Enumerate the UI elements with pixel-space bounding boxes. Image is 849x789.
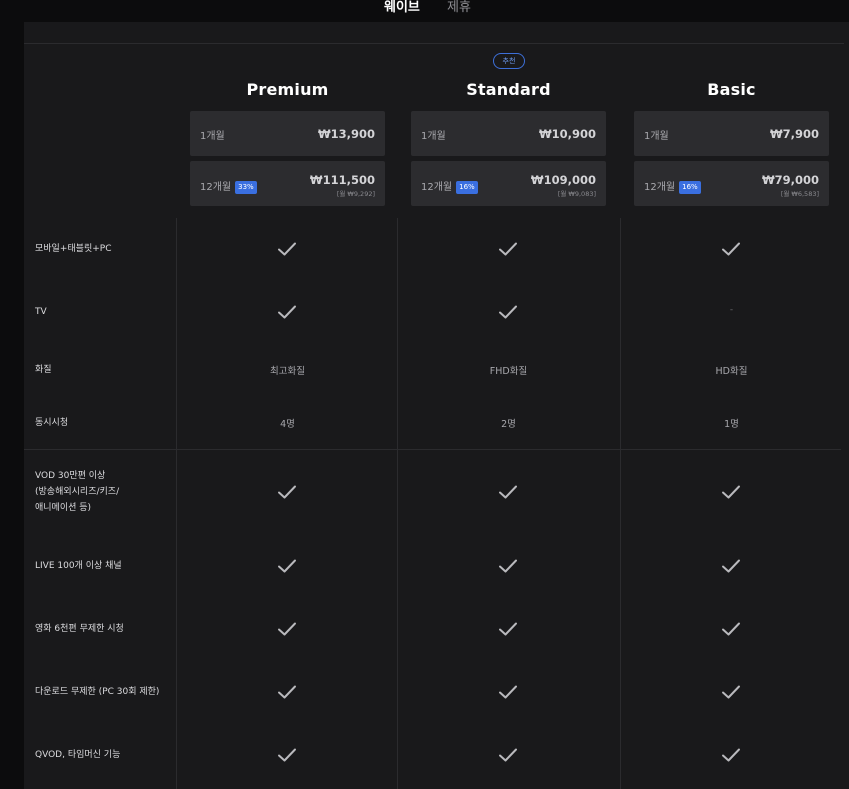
check-icon: [498, 484, 518, 500]
price-period: 1개월: [421, 131, 446, 142]
price-amount: ₩7,900: [769, 127, 819, 141]
per-month-price: [월 ₩9,292]: [336, 190, 375, 198]
check-icon: [277, 558, 297, 574]
check-icon: [498, 684, 518, 700]
section-divider: [24, 449, 841, 450]
price-option-standard-yearly[interactable]: 12개월 16% ₩109,000 [월 ₩9,083]: [411, 161, 606, 206]
feature-value: 2명: [501, 419, 516, 430]
feature-value: 최고화질: [270, 366, 305, 377]
price-amount: ₩111,500: [309, 173, 375, 187]
check-icon: [277, 684, 297, 700]
check-icon: [721, 558, 741, 574]
feature-label-devices: 모바일+태블릿+PC: [35, 244, 112, 254]
tab-partnership[interactable]: 제휴: [447, 0, 471, 16]
check-icon: [277, 747, 297, 763]
feature-label-movies: 영화 6천편 무제한 시청: [35, 624, 124, 634]
feature-label-vod: VOD 30만편 이상 (방송해외시리즈/키즈/ 애니메이션 등): [35, 471, 120, 513]
feature-value: 1명: [724, 419, 739, 430]
header-divider: [24, 43, 844, 44]
price-amount: ₩13,900: [317, 127, 375, 141]
price-option-basic-yearly[interactable]: 12개월 16% ₩79,000 [월 ₩6,583]: [634, 161, 829, 206]
price-period: 12개월 33%: [200, 178, 257, 194]
check-icon: [721, 747, 741, 763]
feature-label-quality: 화질: [35, 365, 52, 375]
price-amount: ₩109,000: [530, 173, 596, 187]
column-divider: [620, 218, 621, 789]
feature-label-download: 다운로드 무제한 (PC 30회 제한): [35, 687, 160, 697]
feature-label-qvod: QVOD, 타임머신 기능: [35, 750, 121, 760]
price-period: 12개월 16%: [644, 178, 701, 194]
price-period: 12개월 16%: [421, 178, 478, 194]
price-option-basic-monthly[interactable]: 1개월 ₩7,900: [634, 111, 829, 156]
check-icon: [498, 558, 518, 574]
check-icon: [277, 304, 297, 320]
discount-badge: 16%: [679, 181, 701, 194]
feature-label-concurrent: 동시시청: [35, 418, 69, 428]
check-icon: [277, 621, 297, 637]
check-icon: [277, 241, 297, 257]
check-icon: [498, 304, 518, 320]
price-amount: ₩79,000: [761, 173, 819, 187]
feature-label-live: LIVE 100개 이상 채널: [35, 561, 122, 571]
price-amount: ₩10,900: [538, 127, 596, 141]
tab-wavve[interactable]: 웨이브: [384, 0, 420, 16]
price-period-text: 12개월: [200, 182, 232, 193]
check-icon: [498, 241, 518, 257]
not-available-dash: -: [729, 305, 734, 315]
check-icon: [277, 484, 297, 500]
check-icon: [721, 484, 741, 500]
feature-value: HD화질: [715, 366, 748, 377]
price-period-text: 12개월: [644, 182, 676, 193]
check-icon: [721, 241, 741, 257]
plan-name-basic: Basic: [707, 80, 756, 99]
price-period: 1개월: [644, 131, 669, 142]
plan-name-standard: Standard: [466, 80, 551, 99]
feature-label-tv: TV: [35, 307, 47, 317]
price-option-premium-yearly[interactable]: 12개월 33% ₩111,500 [월 ₩9,292]: [190, 161, 385, 206]
check-icon: [721, 621, 741, 637]
check-icon: [721, 684, 741, 700]
per-month-price: [월 ₩9,083]: [557, 190, 596, 198]
feature-value: FHD화질: [489, 366, 528, 377]
price-option-standard-monthly[interactable]: 1개월 ₩10,900: [411, 111, 606, 156]
price-period: 1개월: [200, 131, 225, 142]
price-option-premium-monthly[interactable]: 1개월 ₩13,900: [190, 111, 385, 156]
check-icon: [498, 621, 518, 637]
check-icon: [498, 747, 518, 763]
plan-name-premium: Premium: [246, 80, 329, 99]
feature-value: 4명: [280, 419, 295, 430]
discount-badge: 16%: [456, 181, 478, 194]
discount-badge: 33%: [235, 181, 257, 194]
tab-bar: 웨이브 제휴: [0, 0, 849, 20]
recommended-badge: 추천: [493, 53, 525, 69]
column-divider: [397, 218, 398, 789]
per-month-price: [월 ₩6,583]: [780, 190, 819, 198]
column-divider: [176, 218, 177, 789]
price-period-text: 12개월: [421, 182, 453, 193]
